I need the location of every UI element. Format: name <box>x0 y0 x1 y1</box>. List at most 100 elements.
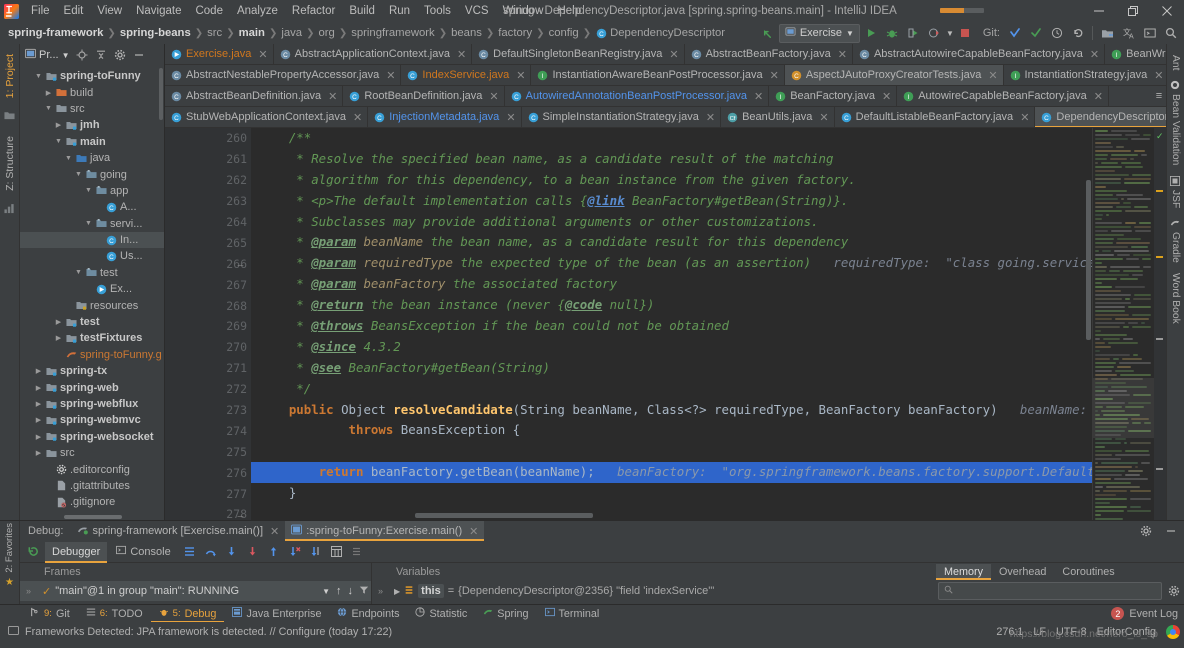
menu-item-analyze[interactable]: Analyze <box>230 3 285 19</box>
editor-tab[interactable]: C RootBeanDefinition.java ✕ <box>343 86 505 106</box>
editor-minimap[interactable] <box>1092 128 1154 520</box>
code-line[interactable]: public Object resolveCandidate(String be… <box>251 400 1092 421</box>
stop-icon[interactable] <box>956 24 975 43</box>
tool-window-java-enterprise[interactable]: Java Enterprise <box>224 605 329 622</box>
sidebar-item-gradle[interactable]: Gradle <box>1169 213 1182 268</box>
tree-item[interactable]: .gitignore <box>20 494 164 510</box>
project-view-selector[interactable]: Pr... ▼ <box>22 47 72 63</box>
chevron-down-icon[interactable]: ▼ <box>73 171 84 178</box>
chevron-right-icon[interactable]: ▶ <box>33 400 44 408</box>
editor-tab[interactable]: Cf BeanUtils.java ✕ <box>721 107 835 127</box>
menu-item-code[interactable]: Code <box>188 3 230 19</box>
close-icon[interactable]: ✕ <box>1090 48 1099 61</box>
sidebar-item-word-book[interactable]: Word Book <box>1169 268 1182 329</box>
history-icon[interactable] <box>1047 24 1066 43</box>
tab-coroutines[interactable]: Coroutines <box>1054 564 1122 580</box>
tree-item[interactable]: C In... <box>20 231 164 249</box>
code-line[interactable]: * @return the bean instance (never {@cod… <box>251 295 1092 316</box>
hide-icon[interactable] <box>130 46 148 64</box>
editor-tab[interactable]: I InstantiationStrategy.java ✕ <box>1004 65 1166 85</box>
tree-item[interactable]: ▶ spring-websocket <box>20 429 164 445</box>
editor-tab[interactable]: I AutowireCapableBeanFactory.java ✕ <box>897 86 1109 106</box>
editor-tab[interactable]: C AutowiredAnnotationBeanPostProcessor.ja… <box>505 86 770 106</box>
expand-chevron-icon[interactable]: » <box>26 586 31 596</box>
tree-item[interactable]: C Us... <box>20 248 164 264</box>
memory-search-input[interactable] <box>938 582 1162 600</box>
tool-window-endpoints[interactable]: Endpoints <box>329 605 407 622</box>
editor-tab[interactable]: CDependencyDescriptor.java✕ <box>1035 107 1166 127</box>
tree-item[interactable]: .gitattributes <box>20 478 164 494</box>
tree-item[interactable]: ▼ test <box>20 265 164 281</box>
code-line[interactable]: * algorithm for this dependency, to a be… <box>251 170 1092 191</box>
editor-tab[interactable]: C AbstractNestablePropertyAccessor.java ✕ <box>165 65 402 85</box>
status-message[interactable]: Frameworks Detected: JPA framework is de… <box>25 626 392 638</box>
chevron-right-icon[interactable]: ▶ <box>33 367 44 375</box>
tree-item[interactable]: ▶ jmh <box>20 117 164 133</box>
close-button[interactable] <box>1150 0 1184 22</box>
chevron-down-icon[interactable]: ▼ <box>33 73 44 80</box>
sidebar-item-structure[interactable]: Z: Structure <box>2 130 18 197</box>
debug-session-tab-1[interactable]: :spring-toFunny:Exercise.main() ✕ <box>285 521 485 541</box>
locate-icon[interactable] <box>73 46 91 64</box>
tree-item[interactable]: ▶ build <box>20 84 164 100</box>
mute-breakpoints-icon[interactable] <box>348 542 367 561</box>
sidebar-item-jsf[interactable]: JSF <box>1169 171 1182 213</box>
editor-tab[interactable]: I InstantiationAwareBeanPostProcessor.jav… <box>531 65 785 85</box>
close-icon[interactable]: ✕ <box>469 525 478 538</box>
menu-item-edit[interactable]: Edit <box>57 3 91 19</box>
tree-item[interactable]: C A... <box>20 199 164 215</box>
editor-tab[interactable]: I BeanFactory.java ✕ <box>769 86 898 106</box>
editor-tab[interactable]: IBeanWrapper.java✕ <box>1105 44 1166 64</box>
chevron-down-icon[interactable]: ▼ <box>322 587 330 596</box>
menu-item-file[interactable]: File <box>24 3 57 19</box>
menu-item-view[interactable]: View <box>90 3 129 19</box>
close-icon[interactable]: ✕ <box>270 525 279 538</box>
editor-tab[interactable]: C AbstractApplicationContext.java ✕ <box>274 44 473 64</box>
chevron-down-icon[interactable]: ▼ <box>83 187 94 194</box>
code-line[interactable]: * @param beanFactory the associated fact… <box>251 274 1092 295</box>
sidebar-item-bean-validation[interactable]: Bean Validation <box>1169 75 1182 170</box>
project-tree[interactable]: ▼ spring-toFunny ▶ build ▼ src ▶ jmh ▼ main ▼ java ▼… <box>20 66 164 520</box>
close-icon[interactable]: ✕ <box>386 69 395 82</box>
code-line[interactable]: */ <box>251 379 1092 400</box>
tree-item[interactable]: ▶ spring-web <box>20 379 164 395</box>
chevron-down-icon[interactable]: ▼ <box>63 155 74 162</box>
code-line[interactable]: * Subclasses may provide additional argu… <box>251 212 1092 233</box>
menu-item-vcs[interactable]: VCS <box>458 3 496 19</box>
debug-toolbar[interactable]: Debugger Console <box>20 541 1184 563</box>
code-line[interactable]: * @see BeanFactory#getBean(String) <box>251 358 1092 379</box>
close-icon[interactable]: ✕ <box>770 69 779 82</box>
maximize-button[interactable] <box>1116 0 1150 22</box>
evaluate-expression-icon[interactable] <box>327 542 346 561</box>
code-line[interactable]: * @since 4.3.2 <box>251 337 1092 358</box>
chevron-right-icon[interactable]: ▶ <box>33 449 44 457</box>
run-to-cursor-icon[interactable] <box>306 542 325 561</box>
code-line[interactable]: * @param requiredType the expected type … <box>251 253 1092 274</box>
editor-vscrollbar[interactable] <box>1086 180 1091 340</box>
tool-window-terminal[interactable]: Terminal <box>537 605 608 622</box>
debug-subtab-console[interactable]: Console <box>109 542 177 562</box>
chevron-down-icon[interactable]: ▼ <box>946 29 954 38</box>
terminal-icon[interactable] <box>1140 24 1159 43</box>
tree-item[interactable]: ▼ java <box>20 150 164 166</box>
code-line[interactable]: * Resolve the specified bean name, as a … <box>251 149 1092 170</box>
editor-tab[interactable]: C AbstractBeanDefinition.java ✕ <box>165 86 344 106</box>
close-icon[interactable]: ✕ <box>706 111 715 124</box>
code-line[interactable]: /** <box>251 128 1092 149</box>
editor-tab[interactable]: C DefaultSingletonBeanRegistry.java ✕ <box>472 44 685 64</box>
run-configuration-selector[interactable]: Exercise ▼ <box>778 23 860 43</box>
debug-session-tab-0[interactable]: spring-framework [Exercise.main()] ✕ <box>71 521 285 541</box>
editor-tab[interactable]: C StubWebApplicationContext.java ✕ <box>165 107 369 127</box>
code-line[interactable]: * <p>The default implementation calls {@… <box>251 191 1092 212</box>
search-everywhere-icon[interactable] <box>1161 24 1180 43</box>
code-line[interactable] <box>251 441 1092 462</box>
breadcrumb-item-10[interactable]: C DependencyDescriptor <box>595 27 725 39</box>
tab-memory[interactable]: Memory <box>936 564 991 580</box>
breadcrumb-item-6[interactable]: springframework <box>351 27 435 39</box>
editor-tab[interactable]: Exercise.java ✕ <box>165 44 274 64</box>
close-icon[interactable]: ✕ <box>1094 90 1103 103</box>
breadcrumb-item-2[interactable]: src <box>207 27 222 39</box>
close-icon[interactable]: ✕ <box>754 90 763 103</box>
tool-window-git[interactable]: 9: Git <box>22 605 78 622</box>
sidebar-item-project[interactable]: 1: Project <box>2 48 18 104</box>
